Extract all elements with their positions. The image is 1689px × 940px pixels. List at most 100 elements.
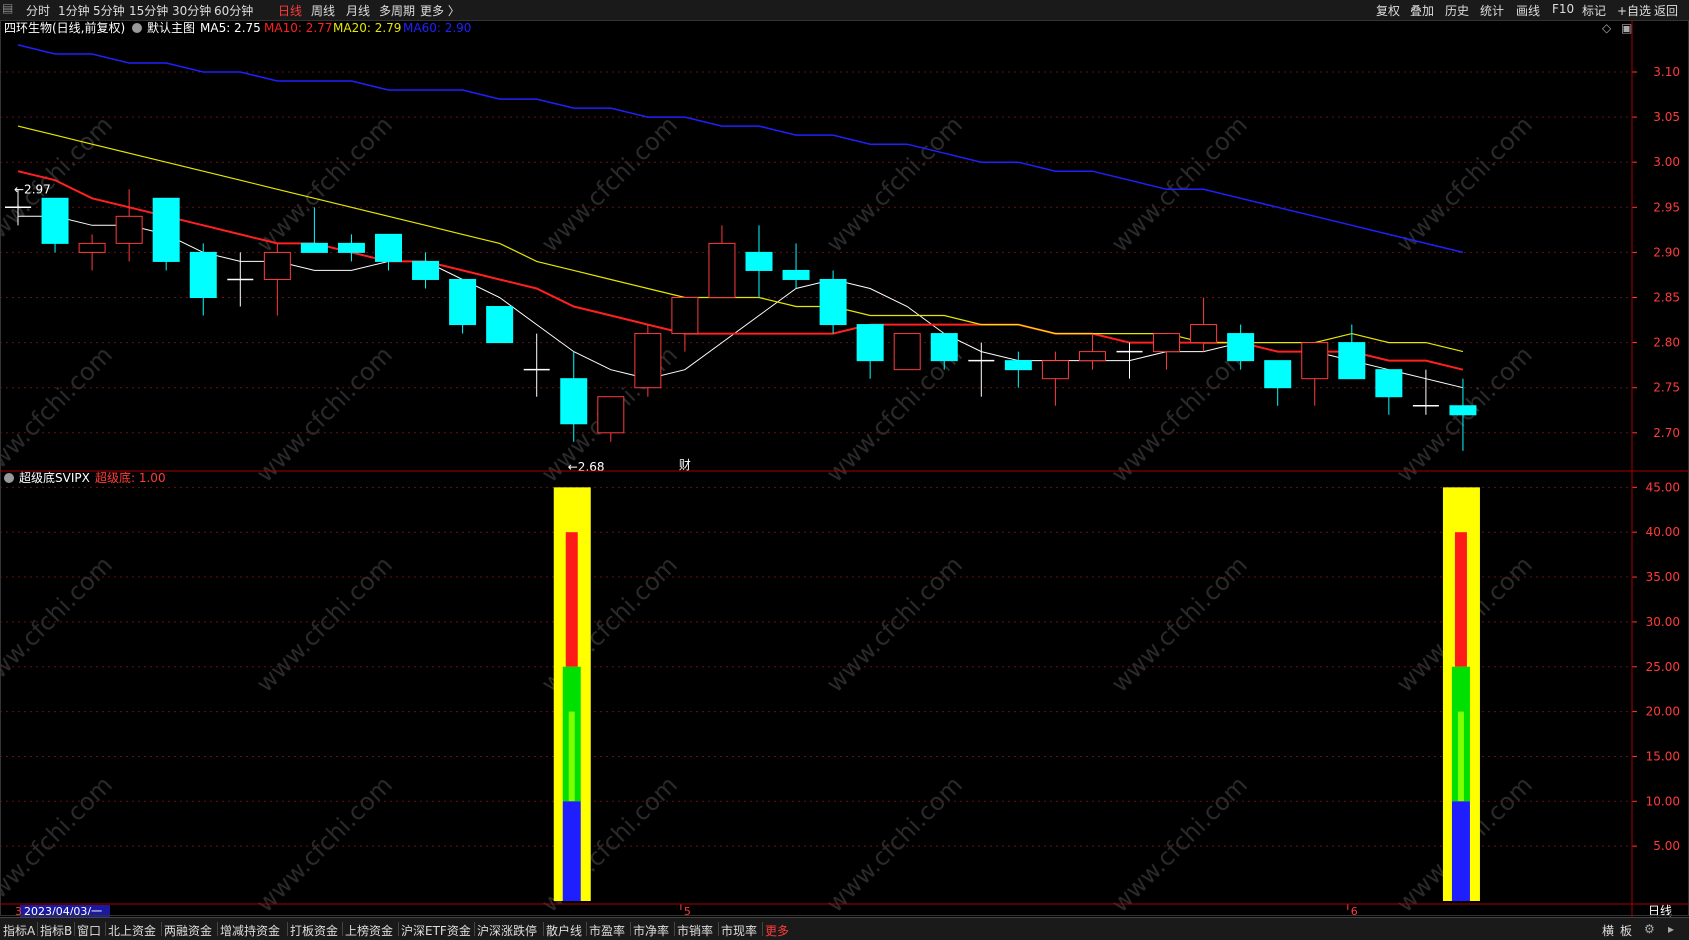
candle[interactable] <box>782 243 810 289</box>
candle[interactable] <box>523 333 550 397</box>
indicator-tab-7[interactable]: 上榜资金 <box>345 922 393 939</box>
toolbar-button-1[interactable]: 叠加 <box>1410 2 1434 19</box>
candle[interactable] <box>1078 333 1106 370</box>
finance-event-marker[interactable]: 财 <box>679 458 691 472</box>
price-tick-label: 2.80 <box>1653 336 1680 350</box>
period-tab-9[interactable]: 多周期 <box>379 2 415 19</box>
pin-icon: ◇ <box>1602 21 1612 35</box>
super-bottom-signals[interactable] <box>553 487 1480 901</box>
candle-body-down <box>300 242 328 253</box>
candle[interactable] <box>1264 360 1292 406</box>
tab-separator <box>474 922 475 936</box>
toolbar-button-2[interactable]: 历史 <box>1445 2 1469 19</box>
candle[interactable] <box>856 324 884 379</box>
watermark-text: www.cfchi.com <box>251 771 398 917</box>
candle[interactable] <box>412 252 440 289</box>
toolbar-button-3[interactable]: 统计 <box>1480 2 1504 19</box>
candle[interactable] <box>189 243 217 316</box>
indicator-tab-12[interactable]: 市净率 <box>633 922 669 939</box>
candle[interactable] <box>708 225 736 299</box>
candle[interactable] <box>486 306 514 344</box>
watermark-text: www.cfchi.com <box>1106 111 1253 258</box>
toolbar-button-5[interactable]: F10 <box>1552 2 1574 16</box>
period-tab-6[interactable]: 日线 <box>278 2 302 19</box>
indicator-tab-3[interactable]: 北上资金 <box>108 922 156 939</box>
period-tab-1[interactable]: 1分钟 <box>58 2 90 19</box>
candle[interactable] <box>375 233 402 271</box>
period-tab-8[interactable]: 月线 <box>346 2 370 19</box>
layout-option-1[interactable]: 板 <box>1620 922 1632 939</box>
indicator-tab-10[interactable]: 散户线 <box>546 922 582 939</box>
maximize-icon: ▣ <box>1621 21 1632 35</box>
period-tab-2[interactable]: 5分钟 <box>93 2 125 19</box>
candle-body-down <box>782 269 810 280</box>
chart-area[interactable]: www.cfchi.com www.cfchi.com www.cfchi.com w… <box>0 20 1689 917</box>
template-toggle-icon[interactable] <box>132 23 142 33</box>
indicator-tab-13[interactable]: 市销率 <box>677 922 713 939</box>
candle[interactable] <box>115 189 143 262</box>
candle[interactable] <box>1153 333 1181 370</box>
candle[interactable] <box>449 278 477 334</box>
watermark-text: www.cfchi.com <box>0 771 118 917</box>
candle[interactable] <box>41 197 69 253</box>
candle[interactable] <box>1041 351 1069 406</box>
period-tab-5[interactable]: 60分钟 <box>214 2 253 19</box>
indicator-tab-5[interactable]: 增减持资金 <box>220 922 280 939</box>
candle[interactable] <box>78 234 106 271</box>
candle[interactable] <box>968 342 995 397</box>
layout-option-0[interactable]: 横 <box>1602 922 1614 939</box>
ma-legend-3: MA60: 2.90 <box>403 21 471 35</box>
candle-body-down <box>375 233 402 262</box>
indicator-toggle-icon[interactable] <box>4 473 14 483</box>
window-menu-icon[interactable]: ▤ <box>2 1 13 15</box>
watermark-text: www.cfchi.com <box>821 551 968 698</box>
candle[interactable] <box>337 234 365 262</box>
period-tab-3[interactable]: 15分钟 <box>129 2 168 19</box>
indicator-tab-0[interactable]: 指标A <box>3 922 35 939</box>
candle[interactable] <box>671 297 699 352</box>
candle[interactable] <box>1004 351 1032 388</box>
period-tab-10[interactable]: 更多 〉 <box>420 2 460 19</box>
indicator-tab-8[interactable]: 沪深ETF资金 <box>401 922 471 939</box>
candle[interactable] <box>227 252 254 307</box>
indicator-tab-14[interactable]: 市现率 <box>721 922 757 939</box>
indicator-tab-9[interactable]: 沪深涨跌停 <box>477 922 537 939</box>
candle-body-down <box>819 278 847 326</box>
expand-icon[interactable]: ▸ <box>1668 922 1674 936</box>
settings-icon[interactable]: ⚙ <box>1644 922 1655 936</box>
candle[interactable] <box>1338 324 1366 380</box>
watermark-text: www.cfchi.com <box>251 341 398 488</box>
watermark-text: www.cfchi.com <box>821 771 968 917</box>
toolbar-button-4[interactable]: 画线 <box>1516 2 1540 19</box>
period-tab-4[interactable]: 30分钟 <box>172 2 211 19</box>
indicator-tab-15[interactable]: 更多 <box>765 922 789 939</box>
indicator-tab-2[interactable]: 窗口 <box>77 922 101 939</box>
candle[interactable] <box>819 270 847 334</box>
toolbar-button-8[interactable]: 返回 <box>1654 2 1678 19</box>
candle[interactable] <box>1375 369 1403 415</box>
indicator-title: 超级底SVIPX <box>19 470 90 485</box>
indicator-tab-4[interactable]: 两融资金 <box>164 922 212 939</box>
candle[interactable] <box>152 197 180 271</box>
signal-bar[interactable] <box>553 487 591 901</box>
candle[interactable] <box>634 324 662 397</box>
candle-body-down <box>1004 360 1032 371</box>
signal-bar[interactable] <box>1442 487 1480 901</box>
indicator-tab-1[interactable]: 指标B <box>40 922 72 939</box>
candle[interactable] <box>263 243 291 316</box>
candle[interactable] <box>745 225 773 298</box>
candle[interactable] <box>893 333 921 371</box>
indicator-tick-label: 25.00 <box>1646 660 1680 674</box>
candle-body-down <box>412 260 440 280</box>
candlestick-series[interactable] <box>5 189 1477 451</box>
toolbar-button-0[interactable]: 复权 <box>1376 2 1400 19</box>
price-tick-label: 2.75 <box>1653 381 1680 395</box>
indicator-tab-11[interactable]: 市盈率 <box>589 922 625 939</box>
candle[interactable] <box>1301 342 1329 406</box>
toolbar-button-6[interactable]: 标记 <box>1582 2 1606 19</box>
candle-body-down <box>856 324 884 362</box>
toolbar-button-7[interactable]: +自选 <box>1617 2 1651 19</box>
period-tab-0[interactable]: 分时 <box>26 2 50 19</box>
indicator-tab-6[interactable]: 打板资金 <box>290 922 338 939</box>
period-tab-7[interactable]: 周线 <box>311 2 335 19</box>
